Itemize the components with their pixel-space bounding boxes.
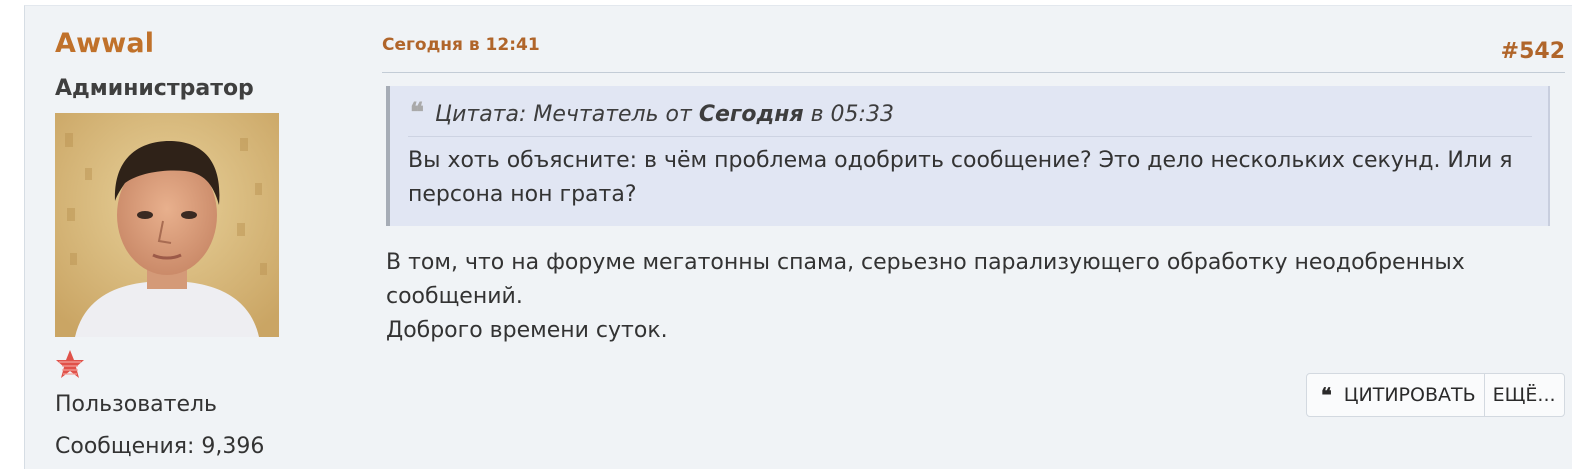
quote-button[interactable]: ❝ ЦИТИРОВАТЬ (1307, 374, 1485, 416)
quote-header-link[interactable]: Цитата: Мечтатель от Сегодня в 05:33 (435, 102, 894, 127)
post-text-paragraph: В том, что на форуме мегатонны спама, се… (386, 250, 1465, 309)
quote-day: Сегодня (698, 102, 804, 127)
user-avatar[interactable] (55, 113, 279, 337)
more-button-label: ЕЩЁ... (1492, 384, 1556, 406)
quote-icon: ❝ (410, 98, 424, 128)
post-body: В том, что на форуме мегатонны спама, се… (386, 246, 1506, 348)
post-date-link[interactable]: Сегодня в 12:41 (382, 35, 540, 55)
avatar-photo (55, 113, 279, 337)
post-actions: ❝ ЦИТИРОВАТЬ ЕЩЁ... (1306, 373, 1565, 417)
user-group: Пользователь (55, 392, 218, 417)
user-post-count: Сообщения: 9,396 (55, 434, 265, 459)
quote-block: ❝ Цитата: Мечтатель от Сегодня в 05:33 В… (386, 86, 1550, 226)
more-button[interactable]: ЕЩЁ... (1485, 374, 1564, 416)
post-text-paragraph: Доброго времени суток. (386, 318, 668, 343)
quote-text: Вы хоть объясните: в чём проблема одобри… (408, 148, 1513, 207)
forum-post: Awwal Администратор Пользователь Сообщен… (24, 5, 1572, 469)
quote-button-label: ЦИТИРОВАТЬ (1343, 384, 1476, 406)
user-name-link[interactable]: Awwal (55, 28, 154, 59)
quote-divider (408, 136, 1532, 137)
rank-star-icon (55, 349, 85, 379)
quote-author: Цитата: Мечтатель от (435, 102, 699, 127)
quote-mark-icon: ❝ (1321, 383, 1332, 407)
header-divider (382, 72, 1565, 73)
post-number-link[interactable]: #542 (1501, 39, 1565, 64)
user-title: Администратор (55, 76, 254, 101)
quote-time: в 05:33 (803, 102, 894, 127)
